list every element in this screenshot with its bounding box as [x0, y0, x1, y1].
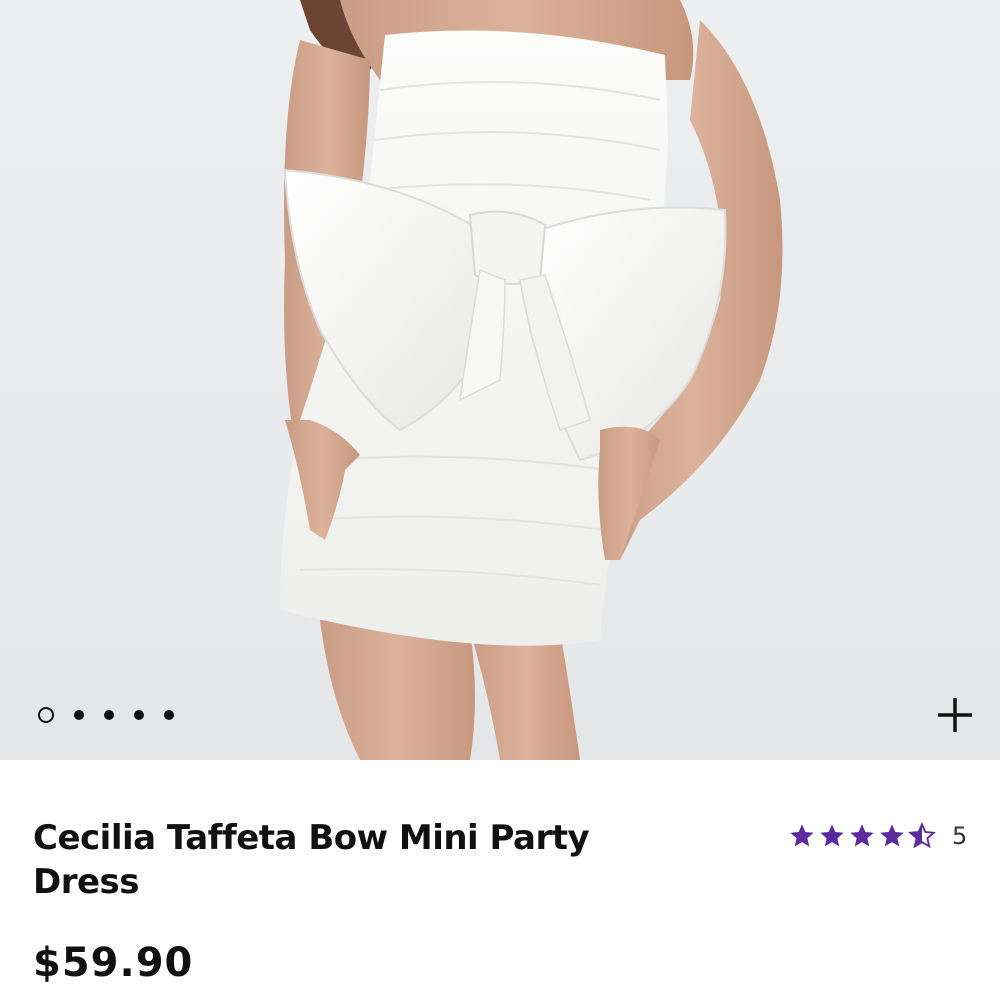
pagination-dot-active[interactable]: [38, 707, 54, 723]
pagination-dot[interactable]: [134, 710, 144, 720]
image-pagination-dots: [38, 707, 174, 723]
product-info: Cecilia Taffeta Bow Mini Party Dress 5 $…: [0, 760, 1000, 1000]
pagination-dot[interactable]: [164, 710, 174, 720]
star-filled-icon: [850, 824, 874, 847]
product-photo[interactable]: [0, 0, 1000, 760]
product-title: Cecilia Taffeta Bow Mini Party Dress: [33, 818, 590, 902]
pagination-dot[interactable]: [104, 710, 114, 720]
pagination-dot[interactable]: [74, 710, 84, 720]
product-price: $59.90: [33, 940, 194, 986]
rating-count: 5: [952, 822, 968, 850]
star-filled-icon: [880, 824, 904, 847]
star-filled-icon: [790, 824, 814, 847]
product-image-gallery[interactable]: [0, 0, 1000, 760]
zoom-button[interactable]: [930, 690, 980, 740]
product-rating[interactable]: 5: [788, 822, 967, 850]
star-half-icon: [908, 822, 936, 849]
star-filled-icon: [820, 824, 844, 847]
plus-icon: [938, 698, 972, 732]
